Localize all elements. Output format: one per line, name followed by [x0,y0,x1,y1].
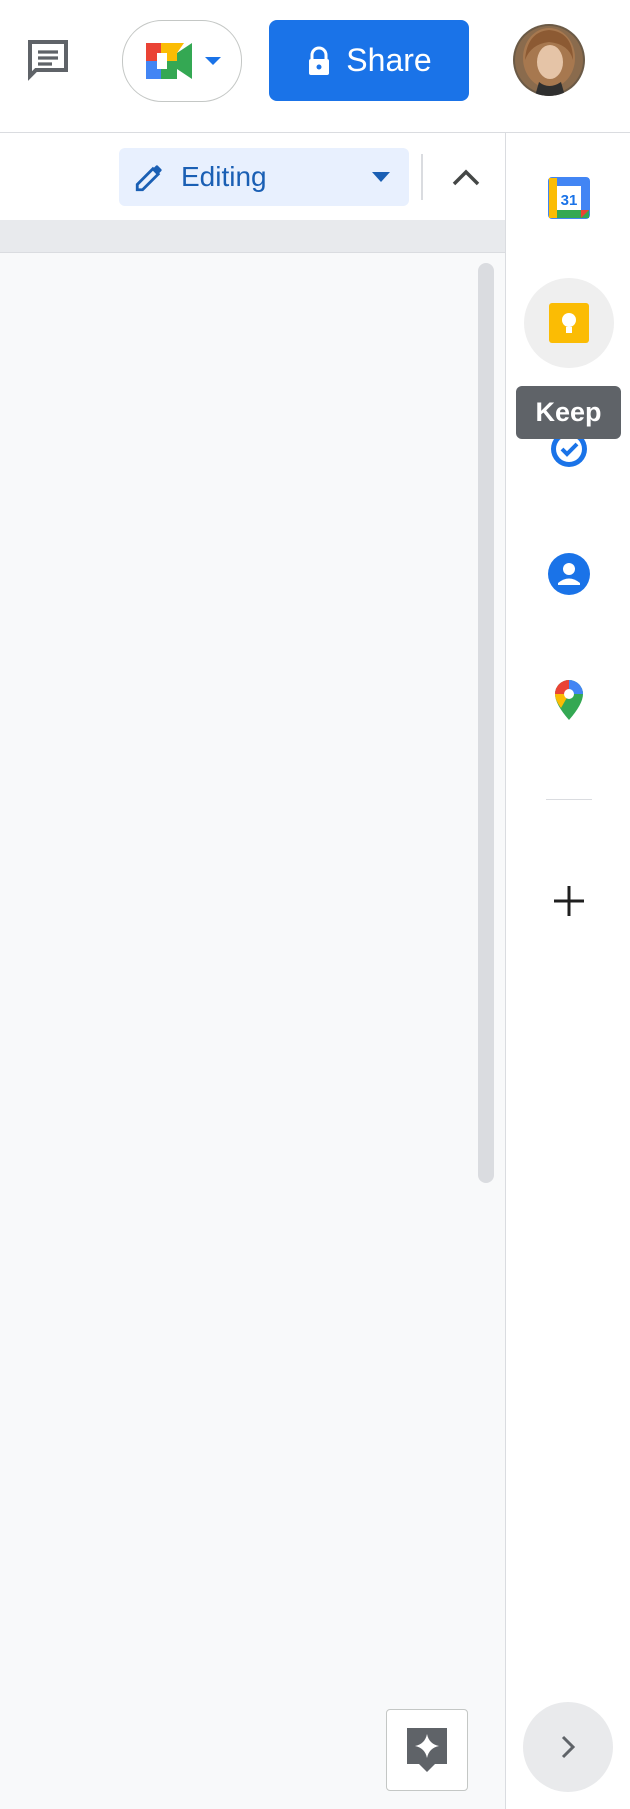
show-side-panel-button[interactable] [523,1702,613,1792]
chevron-right-icon [561,1735,576,1759]
gemini-assist-button[interactable] [386,1709,468,1791]
lock-icon [309,46,330,75]
maps-app-button[interactable] [524,655,614,745]
share-button[interactable]: Share [269,20,469,101]
keep-app-button[interactable] [524,278,614,368]
google-contacts-icon [548,553,590,595]
editing-mode-label: Editing [181,161,267,192]
google-keep-icon [549,303,589,343]
keep-tooltip: Keep [516,386,621,439]
ruler [0,220,505,253]
get-add-ons-button[interactable] [524,856,614,946]
editing-mode-dropdown[interactable]: Editing [119,148,409,206]
comment-icon [28,40,68,81]
google-meet-icon [146,43,192,79]
contacts-app-button[interactable] [524,529,614,619]
sparkle-icon [407,1728,447,1772]
calendar-app-button[interactable]: 31 [524,153,614,243]
side-panel-divider [546,799,592,800]
tooltip-label: Keep [535,397,602,427]
user-avatar[interactable] [513,24,585,96]
share-label: Share [346,42,432,78]
svg-text:31: 31 [561,192,578,209]
toolbar-divider [421,154,423,200]
vertical-scrollbar[interactable] [478,263,494,1183]
hide-menus-button[interactable] [443,154,489,200]
comments-button[interactable] [18,30,78,90]
avatar-image [513,24,585,96]
document-canvas[interactable] [0,253,505,1809]
chevron-up-icon [452,169,480,186]
pencil-icon [135,165,162,192]
plus-icon [554,886,584,916]
meet-button[interactable] [122,20,242,102]
side-panel [505,133,630,1809]
google-maps-icon [555,680,583,720]
caret-down-icon [205,57,221,65]
google-calendar-icon: 31 [548,177,590,219]
caret-down-icon [372,172,390,182]
